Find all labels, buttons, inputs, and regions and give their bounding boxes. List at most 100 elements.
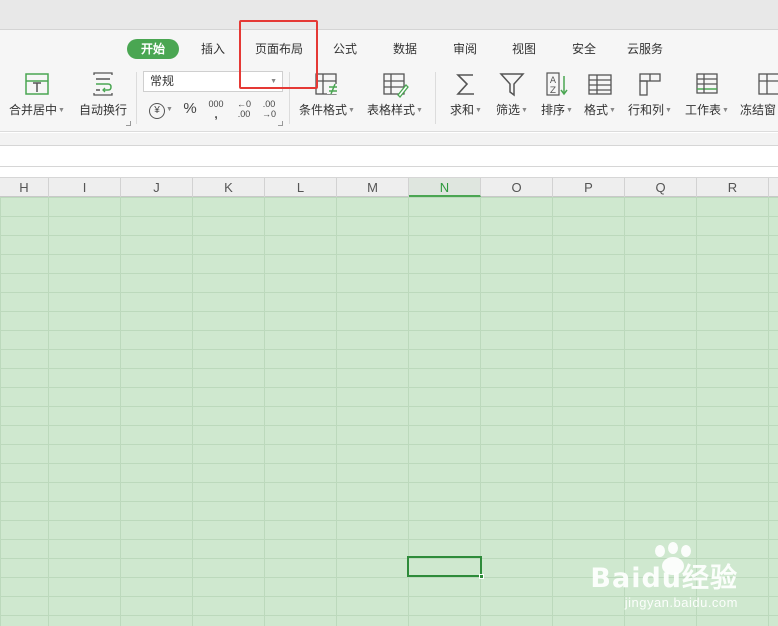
svg-text:Z: Z [550, 86, 556, 96]
column-header-r[interactable]: R [697, 178, 769, 197]
watermark: Baidu经验 jingyan.baidu.com [590, 564, 738, 612]
conditional-format-icon [315, 73, 339, 95]
freeze-panes-button[interactable]: 冻结窗 [738, 70, 778, 126]
selected-cell[interactable] [407, 556, 484, 579]
chevron-down-icon[interactable]: ▼ [475, 107, 482, 114]
increase-decimal-bottom: .00 [237, 109, 251, 119]
table-style-label: 表格样式 [367, 103, 416, 117]
chevron-down-icon: ▼ [270, 78, 277, 85]
freeze-panes-label: 冻结窗 [740, 103, 777, 117]
alignment-dialog-launcher[interactable] [126, 121, 131, 126]
format-cells-icon [588, 74, 612, 95]
tab-home[interactable]: 开始 [127, 39, 179, 59]
column-gridline [768, 197, 769, 626]
merge-center-button[interactable]: 合并居中▼ [6, 70, 68, 126]
rows-columns-label: 行和列 [628, 103, 665, 117]
number-dialog-launcher[interactable] [278, 121, 283, 126]
svg-text:A: A [550, 76, 557, 86]
column-gridline [552, 197, 553, 626]
column-header-h[interactable]: H [0, 178, 49, 197]
chevron-down-icon[interactable]: ▼ [58, 107, 65, 114]
chevron-down-icon[interactable]: ▼ [722, 107, 729, 114]
comma-label: , [214, 107, 218, 121]
number-format-value: 常规 [150, 74, 175, 88]
cell-grid[interactable]: Baidu经验 jingyan.baidu.com [0, 197, 778, 626]
sum-button[interactable]: 求和▼ [446, 70, 486, 126]
chevron-down-icon[interactable]: ▼ [609, 107, 616, 114]
conditional-format-label: 条件格式 [299, 103, 348, 117]
column-header-k[interactable]: K [193, 178, 265, 197]
column-header-i[interactable]: I [49, 178, 121, 197]
format-label: 格式 [584, 103, 609, 117]
formula-bar[interactable] [0, 145, 778, 167]
column-gridline [624, 197, 625, 626]
ribbon-tab-bar: 开始 插入 页面布局 公式 数据 审阅 视图 安全 云服务 [0, 30, 778, 68]
column-header-l[interactable]: L [265, 178, 337, 197]
freeze-panes-icon [758, 73, 778, 95]
tab-formulas[interactable]: 公式 [328, 39, 362, 59]
tab-cloud-services[interactable]: 云服务 [622, 39, 668, 59]
separator [435, 72, 436, 124]
percent-format-button[interactable]: % [180, 98, 200, 120]
chevron-down-icon[interactable]: ▼ [566, 107, 573, 114]
fill-handle[interactable] [479, 574, 484, 579]
chevron-down-icon: ▼ [166, 105, 173, 113]
watermark-brand: Baidu经验 [590, 563, 738, 594]
column-header-n[interactable]: N [409, 178, 481, 197]
sum-label: 求和 [450, 103, 475, 117]
decrease-decimal-bottom: →0 [261, 109, 276, 119]
separator [136, 72, 137, 124]
watermark-url: jingyan.baidu.com [624, 595, 738, 610]
chevron-down-icon[interactable]: ▼ [416, 107, 423, 114]
column-gridline [120, 197, 121, 626]
table-style-icon [383, 73, 409, 98]
decrease-decimal-top: .00 [262, 99, 276, 109]
column-header-j[interactable]: J [121, 178, 193, 197]
tab-page-layout[interactable]: 页面布局 [252, 39, 306, 59]
sigma-icon [456, 74, 474, 95]
tab-review[interactable]: 审阅 [448, 39, 482, 59]
toolbar-gap [0, 133, 778, 145]
currency-format-button[interactable]: ¥ ▼ [146, 98, 176, 120]
worksheet-button[interactable]: 工作表▼ [682, 70, 732, 126]
chevron-down-icon[interactable]: ▼ [665, 107, 672, 114]
column-header-bar: H I J K L M N O P Q R [0, 177, 778, 197]
tab-security[interactable]: 安全 [567, 39, 601, 59]
currency-icon: ¥ [149, 103, 166, 119]
separator [289, 72, 290, 124]
column-header-p[interactable]: P [553, 178, 625, 197]
chevron-down-icon[interactable]: ▼ [521, 107, 528, 114]
format-button[interactable]: 格式▼ [580, 70, 620, 126]
column-header-q[interactable]: Q [625, 178, 697, 197]
column-header-o[interactable]: O [481, 178, 553, 197]
ribbon-toolbar: 合并居中▼ 自动换行 常规 ▼ ¥▼ % 000, ←0.00 .00→0 [0, 68, 778, 132]
wrap-text-button[interactable]: 自动换行 [76, 70, 130, 126]
thousands-separator-button[interactable]: 000, [205, 98, 227, 120]
sort-az-icon: A Z [546, 72, 568, 96]
chevron-down-icon[interactable]: ▼ [348, 107, 355, 114]
column-header-m[interactable]: M [337, 178, 409, 197]
conditional-format-button[interactable]: 条件格式▼ [296, 70, 358, 126]
number-format-select[interactable]: 常规 ▼ [143, 71, 283, 92]
column-gridline [192, 197, 193, 626]
filter-button[interactable]: 筛选▼ [492, 70, 532, 126]
sort-label: 排序 [541, 103, 566, 117]
merge-center-label: 合并居中 [9, 103, 58, 117]
column-gridline [264, 197, 265, 626]
tab-view[interactable]: 视图 [507, 39, 541, 59]
table-style-button[interactable]: 表格样式▼ [364, 70, 426, 126]
wrap-text-label: 自动换行 [78, 103, 127, 117]
tab-insert[interactable]: 插入 [196, 39, 230, 59]
rows-columns-icon [639, 73, 661, 96]
filter-label: 筛选 [496, 103, 521, 117]
increase-decimal-button[interactable]: ←0.00 [233, 98, 255, 120]
tab-data[interactable]: 数据 [388, 39, 422, 59]
rows-columns-button[interactable]: 行和列▼ [625, 70, 675, 126]
increase-decimal-top: ←0 [236, 99, 251, 109]
column-gridline [48, 197, 49, 626]
decrease-decimal-button[interactable]: .00 →0 [258, 98, 280, 120]
funnel-icon [499, 73, 525, 97]
wrap-text-icon [93, 72, 113, 96]
column-gridline [336, 197, 337, 626]
sort-button[interactable]: A Z 排序▼ [537, 70, 577, 126]
